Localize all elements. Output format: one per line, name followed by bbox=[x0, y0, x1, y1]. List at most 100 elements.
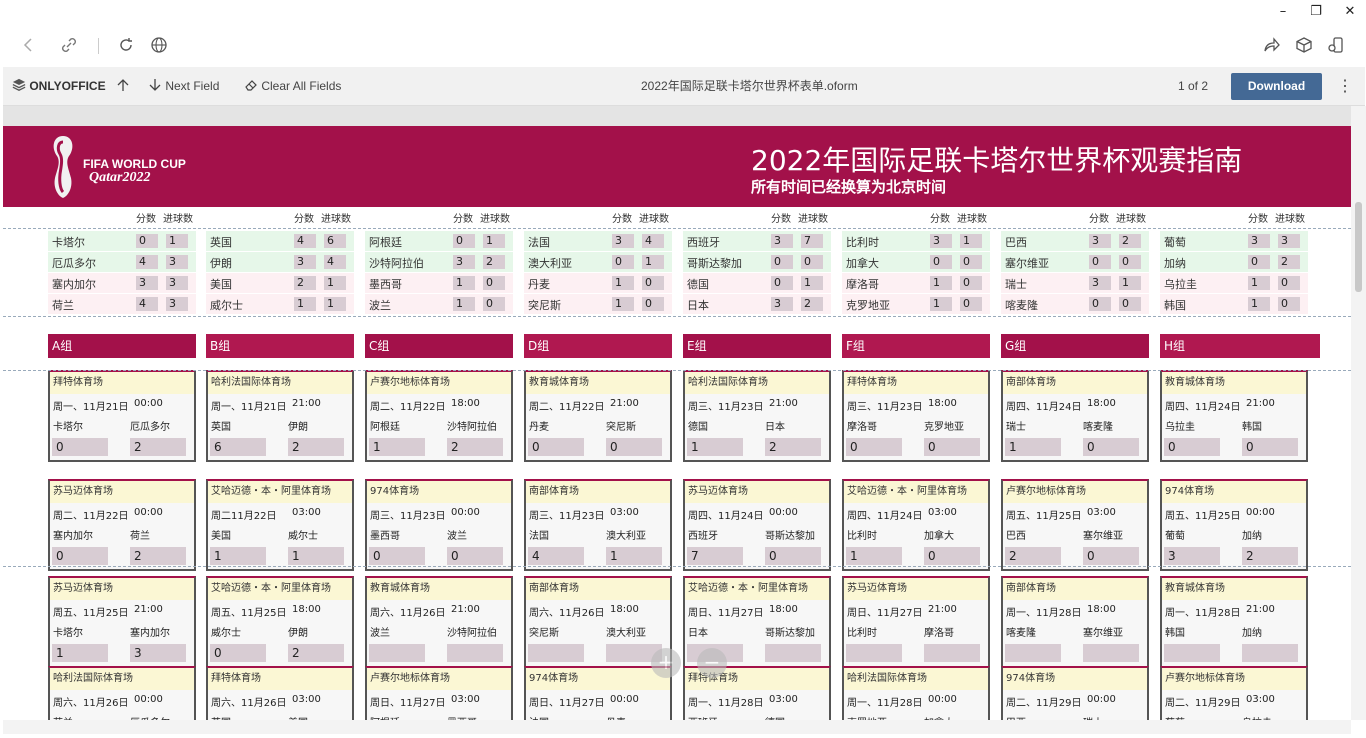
team-score-field[interactable]: 1 bbox=[453, 297, 475, 311]
cube-icon[interactable] bbox=[1294, 36, 1314, 56]
vertical-scrollbar[interactable] bbox=[1351, 106, 1366, 720]
team-score-field[interactable]: 1 bbox=[612, 276, 634, 290]
team-goals-field[interactable]: 1 bbox=[166, 234, 188, 248]
team-score-field[interactable]: 0 bbox=[136, 234, 158, 248]
zoom-out-button[interactable]: − bbox=[697, 648, 727, 678]
away-score-field[interactable]: 0 bbox=[1083, 438, 1139, 456]
team-goals-field[interactable]: 3 bbox=[166, 276, 188, 290]
team-score-field[interactable]: 0 bbox=[1089, 255, 1111, 269]
home-score-field[interactable] bbox=[1005, 644, 1061, 662]
team-goals-field[interactable]: 7 bbox=[801, 234, 823, 248]
away-score-field[interactable]: 1 bbox=[606, 547, 662, 565]
team-goals-field[interactable]: 2 bbox=[801, 297, 823, 311]
team-goals-field[interactable]: 1 bbox=[324, 276, 346, 290]
home-score-field[interactable]: 0 bbox=[369, 547, 425, 565]
team-goals-field[interactable]: 0 bbox=[642, 297, 664, 311]
away-score-field[interactable]: 2 bbox=[288, 644, 344, 662]
team-goals-field[interactable]: 2 bbox=[1119, 234, 1141, 248]
team-score-field[interactable]: 1 bbox=[930, 276, 952, 290]
home-score-field[interactable]: 0 bbox=[528, 438, 584, 456]
close-button[interactable]: ✕ bbox=[1335, 4, 1365, 19]
team-score-field[interactable]: 1 bbox=[1248, 297, 1270, 311]
home-score-field[interactable]: 0 bbox=[846, 438, 902, 456]
team-goals-field[interactable]: 3 bbox=[166, 297, 188, 311]
home-score-field[interactable] bbox=[846, 644, 902, 662]
team-goals-field[interactable]: 0 bbox=[960, 255, 982, 269]
home-score-field[interactable]: 7 bbox=[687, 547, 743, 565]
away-score-field[interactable] bbox=[447, 644, 503, 662]
away-score-field[interactable] bbox=[924, 644, 980, 662]
team-score-field[interactable]: 1 bbox=[930, 297, 952, 311]
back-icon[interactable] bbox=[19, 36, 39, 56]
team-goals-field[interactable]: 0 bbox=[483, 297, 505, 311]
team-score-field[interactable]: 1 bbox=[1248, 276, 1270, 290]
team-goals-field[interactable]: 0 bbox=[1119, 297, 1141, 311]
zoom-in-button[interactable]: + bbox=[651, 648, 681, 678]
home-score-field[interactable] bbox=[1164, 644, 1220, 662]
away-score-field[interactable]: 2 bbox=[288, 438, 344, 456]
home-score-field[interactable]: 0 bbox=[210, 644, 266, 662]
away-score-field[interactable] bbox=[765, 644, 821, 662]
share-icon[interactable] bbox=[1261, 36, 1281, 56]
away-score-field[interactable]: 1 bbox=[288, 547, 344, 565]
away-score-field[interactable]: 2 bbox=[130, 438, 186, 456]
vertical-scroll-thumb[interactable] bbox=[1355, 202, 1362, 292]
away-score-field[interactable]: 0 bbox=[447, 547, 503, 565]
team-score-field[interactable]: 0 bbox=[453, 234, 475, 248]
team-score-field[interactable]: 1 bbox=[612, 297, 634, 311]
away-score-field[interactable]: 0 bbox=[924, 547, 980, 565]
home-score-field[interactable]: 0 bbox=[1164, 438, 1220, 456]
home-score-field[interactable]: 1 bbox=[369, 438, 425, 456]
home-score-field[interactable]: 0 bbox=[52, 547, 108, 565]
team-score-field[interactable]: 3 bbox=[612, 234, 634, 248]
home-score-field[interactable]: 1 bbox=[846, 547, 902, 565]
team-goals-field[interactable]: 6 bbox=[324, 234, 346, 248]
download-button[interactable]: Download bbox=[1231, 73, 1322, 100]
team-score-field[interactable]: 1 bbox=[453, 276, 475, 290]
team-score-field[interactable]: 2 bbox=[294, 276, 316, 290]
reload-icon[interactable] bbox=[116, 36, 136, 56]
away-score-field[interactable]: 0 bbox=[606, 438, 662, 456]
team-score-field[interactable]: 3 bbox=[930, 234, 952, 248]
device-icon[interactable] bbox=[1326, 36, 1346, 56]
team-goals-field[interactable]: 1 bbox=[642, 255, 664, 269]
team-score-field[interactable]: 0 bbox=[1089, 297, 1111, 311]
away-score-field[interactable]: 0 bbox=[924, 438, 980, 456]
team-goals-field[interactable]: 1 bbox=[801, 276, 823, 290]
away-score-field[interactable]: 0 bbox=[1242, 438, 1298, 456]
home-score-field[interactable]: 0 bbox=[52, 438, 108, 456]
home-score-field[interactable]: 1 bbox=[1005, 438, 1061, 456]
team-goals-field[interactable]: 2 bbox=[483, 255, 505, 269]
team-score-field[interactable]: 3 bbox=[771, 297, 793, 311]
team-goals-field[interactable]: 4 bbox=[324, 255, 346, 269]
minimize-button[interactable]: – bbox=[1268, 4, 1298, 19]
team-score-field[interactable]: 1 bbox=[294, 297, 316, 311]
team-score-field[interactable]: 3 bbox=[1248, 234, 1270, 248]
team-goals-field[interactable]: 1 bbox=[324, 297, 346, 311]
team-score-field[interactable]: 4 bbox=[136, 255, 158, 269]
team-score-field[interactable]: 3 bbox=[453, 255, 475, 269]
away-score-field[interactable]: 2 bbox=[765, 438, 821, 456]
home-score-field[interactable]: 1 bbox=[210, 547, 266, 565]
horizontal-scrollbar[interactable] bbox=[3, 720, 1351, 734]
team-goals-field[interactable]: 0 bbox=[960, 276, 982, 290]
team-goals-field[interactable]: 3 bbox=[166, 255, 188, 269]
home-score-field[interactable]: 6 bbox=[210, 438, 266, 456]
team-score-field[interactable]: 4 bbox=[294, 234, 316, 248]
team-score-field[interactable]: 3 bbox=[294, 255, 316, 269]
team-goals-field[interactable]: 0 bbox=[960, 297, 982, 311]
team-score-field[interactable]: 0 bbox=[1248, 255, 1270, 269]
home-score-field[interactable]: 2 bbox=[1005, 547, 1061, 565]
team-goals-field[interactable]: 4 bbox=[642, 234, 664, 248]
team-score-field[interactable]: 3 bbox=[1089, 234, 1111, 248]
home-score-field[interactable]: 1 bbox=[52, 644, 108, 662]
link-icon[interactable] bbox=[59, 36, 79, 56]
home-score-field[interactable] bbox=[528, 644, 584, 662]
team-score-field[interactable]: 3 bbox=[136, 276, 158, 290]
more-menu-icon[interactable]: ⋮ bbox=[1337, 67, 1353, 106]
team-goals-field[interactable]: 0 bbox=[1119, 255, 1141, 269]
prev-field-button[interactable] bbox=[116, 67, 130, 106]
home-score-field[interactable]: 1 bbox=[687, 438, 743, 456]
team-score-field[interactable]: 4 bbox=[136, 297, 158, 311]
away-score-field[interactable]: 2 bbox=[130, 547, 186, 565]
